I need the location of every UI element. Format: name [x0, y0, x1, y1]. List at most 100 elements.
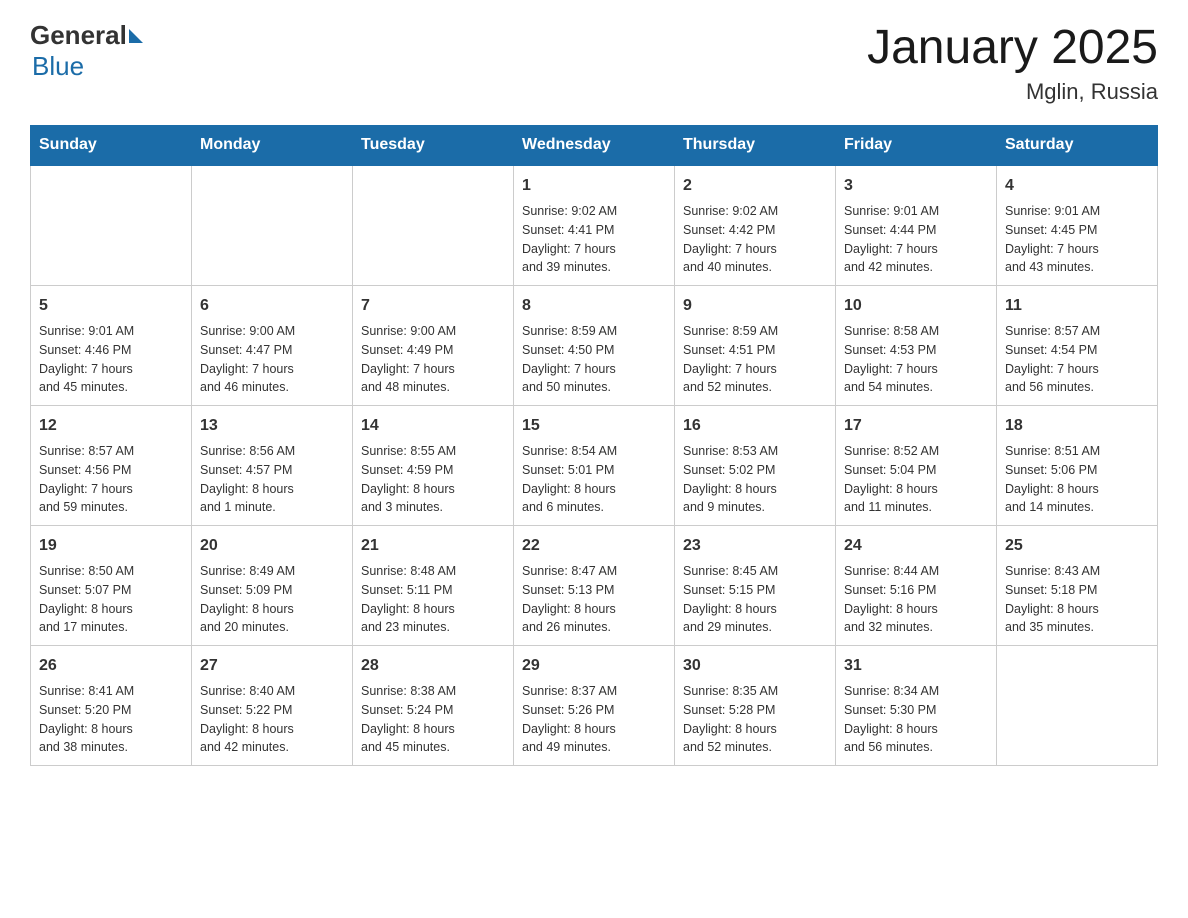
calendar-cell: 6Sunrise: 9:00 AMSunset: 4:47 PMDaylight… — [192, 286, 353, 406]
day-info: Sunrise: 8:38 AM — [361, 682, 505, 701]
day-info: Sunrise: 8:50 AM — [39, 562, 183, 581]
day-info: Sunrise: 9:00 AM — [200, 322, 344, 341]
day-info: Daylight: 7 hours — [683, 360, 827, 379]
day-info: Sunrise: 8:37 AM — [522, 682, 666, 701]
page-header: General Blue January 2025 Mglin, Russia — [30, 20, 1158, 105]
calendar-cell: 23 Sunrise: 8:45 AMSunset: 5:15 PMDayligh… — [675, 526, 836, 646]
calendar-cell — [31, 165, 192, 286]
day-info: Daylight: 8 hours — [200, 480, 344, 499]
day-info: Sunrise: 8:45 AM — [683, 562, 827, 581]
calendar-cell: 9Sunrise: 8:59 AMSunset: 4:51 PMDaylight… — [675, 286, 836, 406]
day-info: Sunset: 4:53 PM — [844, 341, 988, 360]
calendar-cell: 11Sunrise: 8:57 AMSunset: 4:54 PMDayligh… — [997, 286, 1158, 406]
day-info: Sunset: 5:01 PM — [522, 461, 666, 480]
day-info: Daylight: 8 hours — [522, 600, 666, 619]
day-info: and 46 minutes. — [200, 378, 344, 397]
calendar-cell: 30Sunrise: 8:35 AMSunset: 5:28 PMDayligh… — [675, 646, 836, 766]
calendar-cell: 24Sunrise: 8:44 AMSunset: 5:16 PMDayligh… — [836, 526, 997, 646]
day-info: Sunset: 5:04 PM — [844, 461, 988, 480]
day-info: Sunrise: 9:01 AM — [1005, 202, 1149, 221]
calendar-cell: 2Sunrise: 9:02 AMSunset: 4:42 PMDaylight… — [675, 165, 836, 286]
day-info: and 40 minutes. — [683, 258, 827, 277]
calendar-cell: 19Sunrise: 8:50 AMSunset: 5:07 PMDayligh… — [31, 526, 192, 646]
day-info: Sunset: 4:45 PM — [1005, 221, 1149, 240]
day-info: Daylight: 8 hours — [200, 600, 344, 619]
day-info: and 32 minutes. — [844, 618, 988, 637]
day-number: 16 — [683, 414, 827, 438]
day-info: and 35 minutes. — [1005, 618, 1149, 637]
day-info: and 39 minutes. — [522, 258, 666, 277]
day-info: Sunset: 5:15 PM — [683, 581, 827, 600]
day-info: Sunrise: 8:35 AM — [683, 682, 827, 701]
calendar-cell — [353, 165, 514, 286]
calendar-cell: 14Sunrise: 8:55 AMSunset: 4:59 PMDayligh… — [353, 406, 514, 526]
day-info: Daylight: 8 hours — [683, 600, 827, 619]
logo-general-text: General — [30, 20, 127, 51]
day-info: Sunset: 4:47 PM — [200, 341, 344, 360]
day-info: Daylight: 8 hours — [361, 600, 505, 619]
day-info: Daylight: 8 hours — [1005, 600, 1149, 619]
day-info: Daylight: 7 hours — [522, 360, 666, 379]
week-row-4: 26Sunrise: 8:41 AMSunset: 5:20 PMDayligh… — [31, 646, 1158, 766]
calendar-cell: 21Sunrise: 8:48 AMSunset: 5:11 PMDayligh… — [353, 526, 514, 646]
day-info: Sunrise: 8:57 AM — [1005, 322, 1149, 341]
day-info: and 45 minutes. — [39, 378, 183, 397]
day-number: 8 — [522, 294, 666, 318]
day-info: Daylight: 7 hours — [844, 240, 988, 259]
day-info: Daylight: 8 hours — [361, 480, 505, 499]
header-day-wednesday: Wednesday — [514, 126, 675, 166]
day-number: 1 — [522, 174, 666, 198]
calendar-cell: 16Sunrise: 8:53 AMSunset: 5:02 PMDayligh… — [675, 406, 836, 526]
day-info: Sunrise: 8:47 AM — [522, 562, 666, 581]
day-info: Sunset: 4:42 PM — [683, 221, 827, 240]
day-info: and 26 minutes. — [522, 618, 666, 637]
day-info: Sunset: 5:26 PM — [522, 701, 666, 720]
calendar-cell: 29Sunrise: 8:37 AMSunset: 5:26 PMDayligh… — [514, 646, 675, 766]
day-info: Daylight: 8 hours — [522, 480, 666, 499]
week-row-1: 5Sunrise: 9:01 AMSunset: 4:46 PMDaylight… — [31, 286, 1158, 406]
calendar-cell: 1Sunrise: 9:02 AMSunset: 4:41 PMDaylight… — [514, 165, 675, 286]
calendar-cell: 8Sunrise: 8:59 AMSunset: 4:50 PMDaylight… — [514, 286, 675, 406]
day-number: 22 — [522, 534, 666, 558]
day-info: and 48 minutes. — [361, 378, 505, 397]
day-number: 18 — [1005, 414, 1149, 438]
day-number: 4 — [1005, 174, 1149, 198]
day-info: Daylight: 8 hours — [361, 720, 505, 739]
day-number: 24 — [844, 534, 988, 558]
day-info: Sunrise: 9:00 AM — [361, 322, 505, 341]
day-info: Sunrise: 8:51 AM — [1005, 442, 1149, 461]
day-info: Daylight: 7 hours — [683, 240, 827, 259]
day-info: Sunrise: 8:57 AM — [39, 442, 183, 461]
day-info: Sunset: 4:51 PM — [683, 341, 827, 360]
calendar-cell: 15Sunrise: 8:54 AMSunset: 5:01 PMDayligh… — [514, 406, 675, 526]
day-number: 29 — [522, 654, 666, 678]
day-info: Sunrise: 8:41 AM — [39, 682, 183, 701]
day-info: Sunrise: 8:52 AM — [844, 442, 988, 461]
day-info: Sunset: 5:16 PM — [844, 581, 988, 600]
day-info: and 6 minutes. — [522, 498, 666, 517]
day-info: Sunrise: 8:53 AM — [683, 442, 827, 461]
day-info: Sunset: 4:46 PM — [39, 341, 183, 360]
day-info: and 52 minutes. — [683, 378, 827, 397]
day-info: Daylight: 7 hours — [39, 480, 183, 499]
day-info: and 54 minutes. — [844, 378, 988, 397]
day-number: 26 — [39, 654, 183, 678]
calendar-title: January 2025 — [867, 20, 1158, 75]
calendar-cell: 28Sunrise: 8:38 AMSunset: 5:24 PMDayligh… — [353, 646, 514, 766]
day-number: 11 — [1005, 294, 1149, 318]
day-number: 5 — [39, 294, 183, 318]
day-info: and 29 minutes. — [683, 618, 827, 637]
day-info: and 17 minutes. — [39, 618, 183, 637]
calendar-cell: 22Sunrise: 8:47 AMSunset: 5:13 PMDayligh… — [514, 526, 675, 646]
day-info: and 42 minutes. — [844, 258, 988, 277]
day-info: Sunset: 5:06 PM — [1005, 461, 1149, 480]
day-number: 23 — [683, 534, 827, 558]
calendar-cell: 27Sunrise: 8:40 AMSunset: 5:22 PMDayligh… — [192, 646, 353, 766]
calendar-header-row: SundayMondayTuesdayWednesdayThursdayFrid… — [31, 126, 1158, 166]
day-number: 13 — [200, 414, 344, 438]
day-info: and 20 minutes. — [200, 618, 344, 637]
day-info: and 56 minutes. — [1005, 378, 1149, 397]
week-row-2: 12Sunrise: 8:57 AMSunset: 4:56 PMDayligh… — [31, 406, 1158, 526]
title-block: January 2025 Mglin, Russia — [867, 20, 1158, 105]
day-info: and 50 minutes. — [522, 378, 666, 397]
